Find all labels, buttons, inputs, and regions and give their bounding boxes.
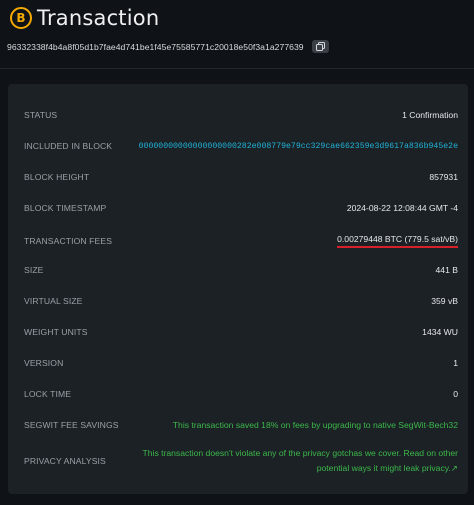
- copy-icon: [315, 42, 325, 51]
- virtual-size-label: VIRTUAL SIZE: [24, 296, 83, 306]
- detail-row-block-height: BLOCK HEIGHT 857931: [24, 172, 458, 182]
- page-header: B Transaction: [10, 6, 159, 30]
- version-value: 1: [453, 358, 458, 368]
- detail-row-segwit-fee-savings: SEGWIT FEE SAVINGS This transaction save…: [24, 420, 458, 430]
- privacy-analysis-text-line1: This transaction doesn't violate any of …: [142, 448, 459, 458]
- page-title: Transaction: [37, 6, 160, 30]
- block-hash-link[interactable]: 00000000000000000000282e008779e79cc329ca…: [139, 142, 458, 151]
- privacy-analysis-value: This transaction doesn't violate any of …: [128, 446, 459, 476]
- header-divider: [0, 68, 474, 69]
- detail-row-included-in-block: INCLUDED IN BLOCK 0000000000000000000028…: [24, 141, 458, 151]
- weight-units-value: 1434 WU: [422, 327, 458, 337]
- size-label: SIZE: [24, 265, 44, 275]
- block-height-label: BLOCK HEIGHT: [24, 172, 90, 182]
- privacy-analysis-link[interactable]: potential ways it might leak privacy.↗: [128, 461, 458, 476]
- txid-row: 96332338f4b4a8f05d1b7fae4d741be1f45e7558…: [7, 40, 329, 53]
- virtual-size-value: 359 vB: [431, 296, 458, 306]
- block-timestamp-label: BLOCK TIMESTAMP: [24, 203, 107, 213]
- detail-row-weight-units: WEIGHT UNITS 1434 WU: [24, 327, 458, 337]
- privacy-analysis-label: PRIVACY ANALYSIS: [24, 456, 106, 466]
- transaction-id: 96332338f4b4a8f05d1b7fae4d741be1f45e7558…: [7, 41, 304, 52]
- block-timestamp-value: 2024-08-22 12:08:44 GMT -4: [346, 203, 458, 213]
- lock-time-value: 0: [453, 389, 458, 399]
- lock-time-label: LOCK TIME: [24, 389, 72, 399]
- detail-row-block-timestamp: BLOCK TIMESTAMP 2024-08-22 12:08:44 GMT …: [24, 203, 458, 213]
- transaction-fees-value: 0.00279448 BTC (779.5 sat/vB): [337, 234, 458, 248]
- transaction-fees-label: TRANSACTION FEES: [24, 236, 113, 246]
- size-value: 441 B: [435, 265, 458, 275]
- included-in-block-label: INCLUDED IN BLOCK: [24, 141, 113, 151]
- detail-row-version: VERSION 1: [24, 358, 458, 368]
- version-label: VERSION: [24, 358, 64, 368]
- status-value: 1 Confirmation: [402, 110, 458, 120]
- detail-row-status: STATUS 1 Confirmation: [24, 110, 458, 120]
- copy-button[interactable]: [311, 40, 329, 53]
- segwit-fee-savings-label: SEGWIT FEE SAVINGS: [24, 420, 119, 430]
- block-height-value: 857931: [429, 172, 458, 182]
- status-label: STATUS: [24, 110, 58, 120]
- detail-row-transaction-fees: TRANSACTION FEES 0.00279448 BTC (779.5 s…: [24, 234, 458, 248]
- detail-row-virtual-size: VIRTUAL SIZE 359 vB: [24, 296, 458, 306]
- detail-row-privacy-analysis: PRIVACY ANALYSIS This transaction doesn'…: [24, 446, 458, 476]
- weight-units-label: WEIGHT UNITS: [24, 327, 88, 337]
- bitcoin-coin-icon: B: [10, 7, 32, 29]
- segwit-fee-savings-value: This transaction saved 18% on fees by up…: [172, 420, 458, 430]
- detail-row-size: SIZE 441 B: [24, 265, 458, 275]
- detail-row-lock-time: LOCK TIME 0: [24, 389, 458, 399]
- transaction-details-panel: STATUS 1 Confirmation INCLUDED IN BLOCK …: [8, 84, 468, 494]
